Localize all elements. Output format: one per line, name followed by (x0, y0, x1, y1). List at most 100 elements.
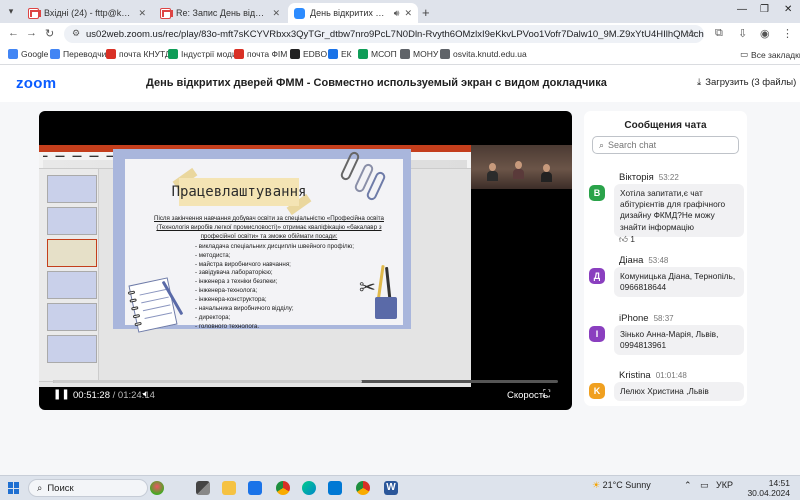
bookmark-monu[interactable]: МОНУ (400, 49, 438, 59)
chrome-profile-icon[interactable] (356, 481, 370, 495)
close-window-icon[interactable]: ✕ (784, 4, 792, 15)
bookmark-knutd-mail[interactable]: почта КНУТД (106, 49, 171, 59)
profile-icon[interactable]: ◉ (760, 27, 770, 40)
tab-gmail-inbox[interactable]: Вхідні (24) - fttp@knutd.com.ua ✕ (22, 3, 152, 23)
site-icon (290, 49, 300, 59)
site-icon (358, 49, 368, 59)
close-icon[interactable]: ✕ (404, 8, 412, 19)
slide-title: Працевлаштування (172, 178, 306, 206)
browser-toolbar: ← → ↻ ⚙ us02web.zoom.us/rec/play/83o-mft… (0, 23, 800, 45)
list-item: директора; (195, 314, 397, 323)
chat-panel: Сообщения чата ⌕ В Вікторія 53:22 Хотіла … (584, 111, 747, 406)
message-time: 53:22 (658, 173, 679, 182)
pause-icon[interactable]: ❚❚ (53, 389, 70, 400)
bookmark-star-icon[interactable]: ☆ (686, 27, 696, 40)
message-bubble: Лелюх Христина ,Львів (614, 382, 744, 402)
widget-icon[interactable] (150, 481, 164, 495)
chat-search[interactable]: ⌕ (592, 136, 739, 154)
message-time: 53:48 (648, 256, 669, 265)
slide-intro: Після закінчення навчання добувач освіти… (154, 215, 384, 240)
language-indicator[interactable]: УКР (716, 480, 733, 490)
extensions-icon[interactable]: ⧉ (715, 27, 723, 40)
weather-widget[interactable]: ☀ 21°C Sunny (592, 480, 651, 491)
tab-search-icon[interactable]: ▾ (4, 4, 18, 18)
thumbs-up-icon: 👍︎ (619, 234, 628, 244)
slide-thumbnail (47, 207, 97, 235)
message-time: 01:01:48 (655, 371, 687, 380)
bookmark-label: EDBO (303, 49, 328, 59)
message-bubble: Хотіла запитати,є чат абітурієнтів для г… (614, 184, 744, 237)
close-icon[interactable]: ✕ (272, 8, 280, 19)
forward-icon[interactable]: → (26, 27, 37, 39)
tab-zoom-recording[interactable]: День відкритих дверей ФММ 🔊︎ ✕ (288, 3, 418, 23)
video-player[interactable]: ▬▬▬▬▬▬▬▬▬▬▬▬▬▬▬▬▬ Працевлаштування Після… (39, 111, 572, 410)
speaker-icon[interactable]: 🔊︎ (394, 8, 400, 19)
minimize-icon[interactable]: — (737, 4, 747, 15)
bookmark-translator[interactable]: Переводчик (50, 49, 110, 59)
translate-icon (50, 49, 60, 59)
chat-search-input[interactable] (608, 140, 727, 150)
site-info-icon[interactable]: ⚙ (72, 28, 80, 39)
download-button[interactable]: ⤓ Загрузить (3 файлы) (697, 77, 796, 88)
page-title: День відкритих дверей ФММ - Совместно ис… (146, 77, 607, 89)
message-bubble: Комуницька Діана, Тернопіль, 0966818644 (614, 267, 744, 298)
downloads-icon[interactable]: ⇩ (738, 27, 747, 40)
network-icon[interactable]: ▭ (700, 480, 709, 491)
bookmark-msop[interactable]: МСОП (358, 49, 397, 59)
avatar: I (589, 326, 605, 342)
slide-thumbnail (47, 303, 97, 331)
bookmark-edbo[interactable]: EDBO (290, 49, 327, 59)
mail-app-icon[interactable] (248, 481, 262, 495)
volume-icon[interactable]: 🔈︎ (143, 389, 149, 400)
maximize-icon[interactable]: ❐ (760, 4, 769, 15)
system-clock[interactable]: 14:51 30.04.2024 (740, 478, 790, 498)
message-time: 58:37 (653, 314, 674, 323)
zoom-header: zoom День відкритих дверей ФММ - Совмест… (0, 66, 800, 102)
reload-icon[interactable]: ↻ (45, 27, 54, 40)
menu-icon[interactable]: ⋮ (782, 27, 793, 40)
download-icon: ⤓ (697, 77, 702, 88)
site-icon (168, 49, 178, 59)
bookmark-osvita[interactable]: osvita.knutd.edu.ua (440, 49, 527, 59)
close-icon[interactable]: ✕ (138, 8, 146, 19)
site-icon (440, 49, 450, 59)
bookmark-label: Індустрії моди (181, 49, 237, 59)
bookmark-fashion[interactable]: Індустрії моди (168, 49, 237, 59)
author-name: Kristina (619, 370, 651, 381)
new-tab-icon[interactable]: + (422, 5, 430, 20)
bookmark-fim-mail[interactable]: почта ФІМ (234, 49, 287, 59)
current-time: 00:51:28 (73, 390, 110, 401)
address-bar[interactable]: ⚙ us02web.zoom.us/rec/play/83o-mft7sKCYV… (64, 25, 704, 43)
progress-bar[interactable] (53, 380, 558, 383)
gmail-icon (28, 7, 39, 19)
tray-chevron-icon[interactable]: ⌃ (684, 480, 692, 491)
zoom-logo[interactable]: zoom (16, 75, 56, 92)
bookmark-google[interactable]: Google (8, 49, 48, 59)
word-icon[interactable]: W (384, 481, 398, 495)
store-icon[interactable] (328, 481, 342, 495)
back-icon[interactable]: ← (8, 27, 19, 39)
message-author: iPhone 58:37 (619, 313, 674, 324)
bookmark-label: МОНУ (413, 49, 439, 59)
weather-text: 21°C Sunny (602, 480, 651, 490)
task-view-icon[interactable] (196, 481, 210, 495)
chrome-icon[interactable] (276, 481, 290, 495)
all-bookmarks[interactable]: ▭ Все закладки (740, 49, 800, 60)
bookmark-label: МСОП (371, 49, 397, 59)
fullscreen-icon[interactable]: ⛶ (543, 389, 550, 400)
list-item: викладача спеціальних дисциплін швейного… (195, 243, 397, 252)
chat-message: Д Діана 53:48 Комуницька Діана, Тернопіль… (589, 255, 747, 307)
bookmark-ek[interactable]: ЕК (328, 49, 352, 59)
speed-button[interactable]: Скорость (507, 390, 548, 401)
search-icon: ⌕ (37, 482, 43, 494)
tab-title: Re: Запис День відкритих дверей ФММ (176, 8, 267, 18)
reaction-badge[interactable]: 👍︎ 1 (619, 234, 635, 245)
taskbar-search[interactable]: ⌕ Поиск (28, 479, 148, 497)
bookmarks-bar: Google Переводчик почта КНУТД Індустрії … (0, 45, 800, 65)
shared-screen: ▬▬▬▬▬▬▬▬▬▬▬▬▬▬▬▬▬ Працевлаштування Після… (39, 145, 471, 387)
file-explorer-icon[interactable] (222, 481, 236, 495)
windows-start-icon[interactable] (8, 482, 20, 494)
edge-icon[interactable] (302, 481, 316, 495)
chat-message: В Вікторія 53:22 Хотіла запитати,є чат аб… (589, 172, 747, 250)
tab-gmail-reply[interactable]: Re: Запис День відкритих дверей ФММ ✕ (154, 3, 286, 23)
